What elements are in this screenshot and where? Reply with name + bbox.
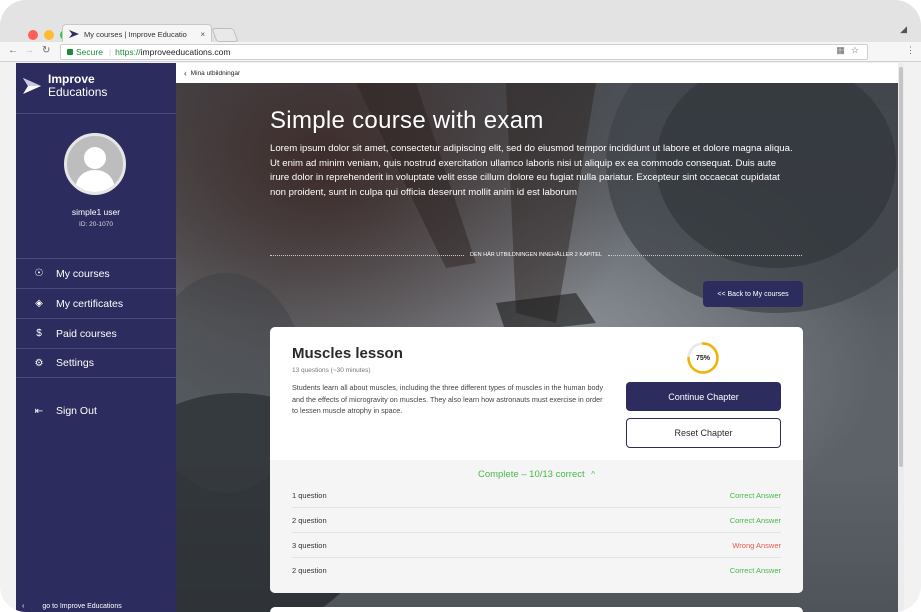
minimize-window-button[interactable]: [44, 30, 54, 40]
sidebar-item-my-courses[interactable]: ☉ My courses: [16, 258, 176, 288]
question-row[interactable]: 2 question Correct Answer: [292, 508, 781, 533]
question-status: Correct Answer: [729, 566, 781, 575]
chapter-count-text: DEN HÄR UTBILDNINGEN INNEHÅLLER 2 KAPITE…: [469, 252, 603, 258]
favicon-icon: [69, 30, 79, 38]
dollar-icon: $: [36, 328, 42, 339]
question-row[interactable]: 3 question Wrong Answer: [292, 533, 781, 558]
brand-logo-link[interactable]: Improve Educations: [22, 73, 107, 99]
browser-tab[interactable]: My courses | Improve Educatio ×: [62, 24, 212, 43]
page-scrollbar[interactable]: [898, 63, 904, 612]
avatar[interactable]: [64, 133, 126, 195]
sidebar: Improve Educations simple1 user ID: 20-1…: [16, 63, 176, 612]
chevron-left-icon: ‹: [184, 68, 187, 78]
results-toggle[interactable]: Complete – 10/13 correct ^: [270, 469, 803, 480]
back-to-courses-button[interactable]: << Back to My courses: [703, 281, 803, 307]
sidebar-nav: ☉ My courses ◈ My certificates $ Paid co…: [16, 258, 176, 378]
breadcrumb[interactable]: ‹ Mina utbildningar: [176, 63, 898, 83]
browser-window: My courses | Improve Educatio × ◢ ← → ↻ …: [0, 0, 921, 612]
question-label: 3 question: [292, 540, 327, 550]
gear-icon: ⚙: [34, 357, 44, 369]
lesson-description: Students learn all about muscles, includ…: [292, 383, 604, 415]
sign-out-button[interactable]: ⇤ Sign Out: [32, 405, 97, 417]
user-silhouette-icon: [75, 147, 115, 192]
chevron-up-icon: ^: [591, 470, 596, 479]
url-host: improveeducations.com: [140, 47, 231, 57]
browser-menu-icon[interactable]: ⋮: [906, 45, 915, 56]
dotted-line: [270, 254, 464, 256]
go-to-site-link[interactable]: ‹ go to Improve Educations: [16, 600, 176, 612]
page-title: Simple course with exam: [270, 107, 544, 134]
back-arrow-icon[interactable]: ←: [8, 45, 18, 56]
results-summary: Complete – 10/13 correct: [477, 469, 585, 480]
lock-icon: [67, 49, 73, 55]
url-divider: |: [108, 47, 112, 57]
divider: [16, 113, 176, 114]
secure-label: Secure: [76, 47, 103, 57]
chevron-left-icon: ‹: [22, 602, 25, 610]
close-window-button[interactable]: [28, 30, 38, 40]
sidebar-item-label: My courses: [56, 267, 110, 280]
sign-out-label: Sign Out: [56, 405, 97, 417]
question-status: Correct Answer: [729, 515, 781, 525]
results-panel: Complete – 10/13 correct ^ 1 question Co…: [270, 460, 803, 593]
sidebar-item-settings[interactable]: ⚙ Settings: [16, 348, 176, 378]
question-row[interactable]: 2 question Correct Answer: [292, 558, 781, 583]
question-status: Correct Answer: [729, 490, 781, 500]
reload-icon[interactable]: ↻: [42, 45, 50, 56]
dotted-line: [608, 254, 803, 256]
brand-name-line2: Educations: [48, 85, 108, 99]
mortarboard-icon: ◈: [35, 298, 43, 309]
next-lesson-card: [270, 607, 803, 612]
tab-strip: My courses | Improve Educatio × ◢: [0, 0, 921, 43]
browser-toolbar: ← → ↻ Secure | https://improveeducations…: [0, 42, 921, 62]
sign-out-icon: ⇤: [34, 405, 44, 417]
sidebar-item-label: Paid courses: [56, 327, 117, 340]
tab-title: My courses | Improve Educatio: [84, 29, 187, 39]
new-tab-button[interactable]: [211, 28, 239, 42]
sidebar-item-my-certificates[interactable]: ◈ My certificates: [16, 288, 176, 318]
url-scheme: https://: [115, 47, 141, 57]
question-label: 2 question: [292, 566, 327, 575]
chapter-count-divider: DEN HÄR UTBILDNINGEN INNEHÅLLER 2 KAPITE…: [270, 252, 803, 258]
brand-logo-icon: [23, 78, 41, 94]
question-label: 1 question: [292, 490, 327, 500]
tab-close-icon[interactable]: ×: [200, 30, 205, 39]
lesson-title: Muscles lesson: [292, 345, 403, 362]
lesson-card: Muscles lesson 13 questions (~30 minutes…: [270, 327, 803, 593]
course-description: Lorem ipsum dolor sit amet, consectetur …: [270, 143, 793, 198]
translate-icon[interactable]: ▦: [836, 45, 845, 56]
bookmark-star-icon[interactable]: ☆: [851, 45, 859, 56]
breadcrumb-label: Mina utbildningar: [190, 69, 241, 77]
secure-indicator[interactable]: Secure: [67, 47, 103, 57]
question-status: Wrong Answer: [732, 540, 781, 550]
profile-icon[interactable]: ◢: [900, 24, 907, 35]
user-id: ID: 20-1070: [79, 221, 113, 228]
sidebar-item-label: My certificates: [56, 297, 124, 310]
omnibox-actions: ▦ ☆: [836, 45, 859, 56]
sidebar-item-paid-courses[interactable]: $ Paid courses: [16, 318, 176, 348]
go-to-site-label: go to Improve Educations: [42, 602, 122, 610]
question-label: 2 question: [292, 515, 327, 525]
forward-arrow-icon[interactable]: →: [24, 45, 34, 56]
user-name: simple1 user: [71, 207, 121, 217]
continue-chapter-button[interactable]: Continue Chapter: [626, 382, 781, 411]
graduate-icon: ☉: [34, 268, 44, 279]
question-row[interactable]: 1 question Correct Answer: [292, 483, 781, 508]
lesson-subtitle: 13 questions (~30 minutes): [292, 367, 371, 374]
main-content: ‹ Mina utbildningar Simple course with e…: [176, 63, 898, 612]
address-bar[interactable]: Secure | https://improveeducations.com ▦…: [60, 44, 868, 60]
reset-chapter-button[interactable]: Reset Chapter: [626, 418, 781, 448]
sidebar-item-label: Settings: [56, 357, 94, 369]
progress-percent: 75%: [695, 354, 710, 362]
scrollbar-thumb[interactable]: [899, 67, 903, 467]
